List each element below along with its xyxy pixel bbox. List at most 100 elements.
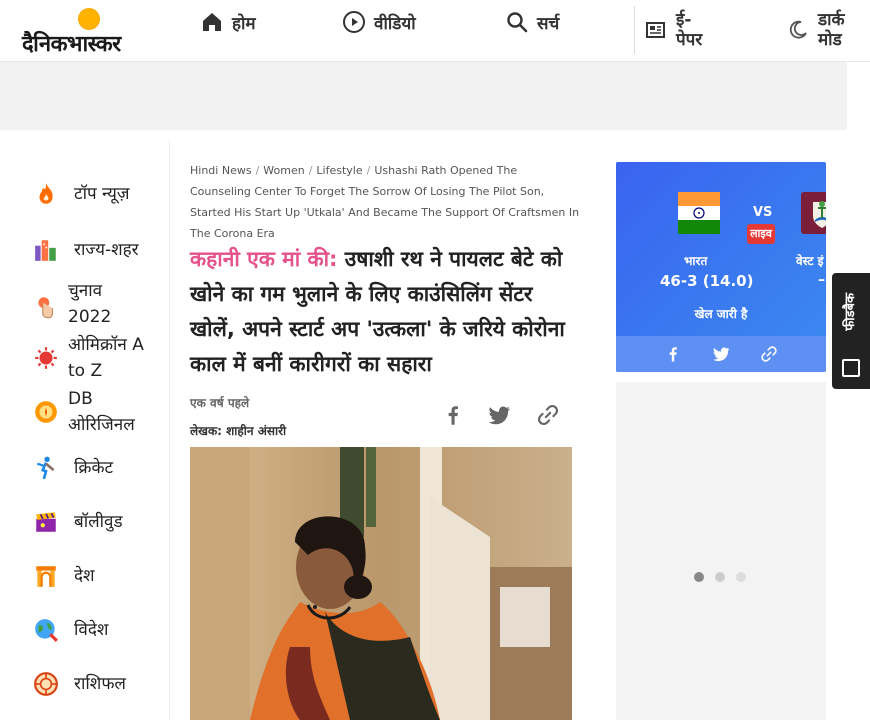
sidebar-item-country[interactable]: देश — [32, 562, 95, 590]
sidebar-item-label: बॉलीवुड — [74, 512, 123, 532]
sidebar-item-label: टॉप न्यूज़ — [74, 184, 130, 204]
sidebar-item-top-news[interactable]: टॉप न्यूज़ — [32, 180, 130, 208]
cricket-icon — [32, 454, 60, 482]
home-icon — [203, 13, 221, 31]
carousel-dot[interactable] — [694, 572, 704, 582]
feedback-icon — [842, 359, 860, 377]
author-byline: लेखक: शाहीन अंसारी — [190, 424, 287, 438]
sidebar-item-bollywood[interactable]: बॉलीवुड — [32, 508, 123, 536]
sidebar-item-abroad[interactable]: विदेश — [32, 616, 108, 644]
city-icon — [32, 236, 60, 264]
live-score-card[interactable]: VS लाइव भारत 46-3 (14.0) वेस्ट इं – खेल … — [616, 162, 826, 372]
newspaper-icon — [646, 22, 665, 38]
nav-dark-mode-label-line2: मोड — [818, 30, 842, 50]
sidebar-item-label-line1: ओमिक्रॉन A — [68, 335, 144, 355]
virus-icon — [32, 344, 60, 372]
twitter-share-button[interactable] — [486, 402, 512, 428]
sidebar-item-label-line2: 2022 — [68, 307, 112, 327]
nav-search-label: सर्च — [537, 13, 560, 34]
sidebar-item-label: देश — [74, 566, 95, 586]
india-gate-icon — [32, 562, 60, 590]
db-original-icon — [32, 398, 60, 426]
nav-dark-mode[interactable]: डार्क मोड — [786, 10, 845, 50]
sidebar-item-cricket[interactable]: क्रिकेट — [32, 454, 113, 482]
top-ad-banner — [0, 62, 847, 130]
sidebar-item-label: विदेश — [74, 620, 109, 640]
twitter-icon — [488, 406, 510, 425]
article-headline: कहानी एक मां की: उषाशी रथ ने पायलट बेटे … — [190, 242, 582, 382]
play-icon — [343, 11, 365, 33]
vs-label: VS — [753, 205, 773, 220]
logo-sun-icon — [78, 8, 100, 30]
breadcrumb-separator: / — [366, 164, 371, 177]
breadcrumb-separator: / — [255, 164, 260, 177]
sidebar-item-label: राज्य-शहर — [74, 240, 139, 260]
team1-name: भारत — [684, 254, 708, 268]
link-icon — [538, 405, 558, 425]
breadcrumb-link-hindi-news[interactable]: Hindi News — [190, 164, 252, 177]
nav-search[interactable]: सर्च — [505, 10, 559, 34]
copy-link-button[interactable] — [535, 402, 561, 428]
breadcrumb-link-lifestyle[interactable]: Lifestyle — [316, 164, 362, 177]
sidebar-item-state-city[interactable]: राज्य-शहर — [32, 236, 139, 264]
sidebar-item-label-line1: चुनाव — [68, 281, 103, 301]
carousel-dot[interactable] — [736, 572, 746, 582]
globe-icon — [32, 616, 60, 644]
sidebar-item-db-original[interactable]: DB ओरिजिनल — [32, 386, 135, 438]
nav-epaper-label-line1: ई- — [676, 10, 692, 30]
sidebar-item-election[interactable]: चुनाव 2022 — [32, 278, 111, 330]
category-sidebar: टॉप न्यूज़ राज्य-शहर चुनाव 2022 ओमिक्रॉन… — [0, 140, 170, 720]
spacer — [0, 130, 870, 140]
top-ad-margin — [847, 62, 870, 130]
sidebar-item-horoscope[interactable]: राशिफल — [32, 670, 126, 698]
sidebar-item-omicron[interactable]: ओमिक्रॉन A to Z — [32, 332, 144, 384]
carousel-dots — [694, 572, 746, 582]
top-navigation-bar: दैनिकभास्कर होम वीडियो सर्च ई- पेपर डार्… — [0, 0, 870, 62]
nav-video-label: वीडियो — [374, 13, 416, 34]
article-hero-image — [190, 447, 572, 720]
article-main: Hindi News / Women / Lifestyle / Ushashi Rath … — [170, 140, 592, 720]
team1-score: 46-3 (14.0) — [660, 272, 754, 290]
vote-icon — [32, 293, 60, 321]
twitter-icon[interactable] — [711, 344, 731, 364]
search-icon — [507, 12, 528, 33]
nav-home-label: होम — [232, 13, 256, 34]
sidebar-item-label-line1: DB — [68, 389, 93, 409]
nav-divider — [634, 6, 635, 54]
facebook-icon — [448, 406, 458, 425]
sidebar-item-label: क्रिकेट — [74, 458, 114, 478]
nav-video[interactable]: वीडियो — [342, 10, 416, 34]
match-status: खेल जारी है — [694, 307, 748, 321]
right-column: VS लाइव भारत 46-3 (14.0) वेस्ट इं – खेल … — [592, 140, 870, 720]
sidebar-item-label-line2: ओरिजिनल — [68, 415, 135, 435]
moon-icon — [789, 20, 807, 39]
sidebar-ad-slot — [616, 382, 826, 720]
nav-home[interactable]: होम — [200, 10, 256, 34]
nav-dark-mode-label-line1: डार्क — [818, 10, 845, 30]
carousel-dot[interactable] — [715, 572, 725, 582]
fire-icon — [32, 180, 60, 208]
sidebar-item-label: राशिफल — [74, 674, 126, 694]
clapperboard-icon — [32, 508, 60, 536]
publish-time: एक वर्ष पहले — [190, 396, 250, 410]
live-badge: लाइव — [747, 224, 775, 244]
nav-epaper[interactable]: ई- पेपर — [644, 10, 702, 50]
nav-epaper-label-line2: पेपर — [676, 30, 703, 50]
team2-score: – — [818, 272, 825, 288]
facebook-icon[interactable] — [663, 344, 683, 364]
india-flag-icon — [678, 192, 720, 234]
link-icon[interactable] — [759, 344, 779, 364]
site-logo[interactable]: दैनिकभास्कर — [20, 8, 160, 57]
headline-kicker: कहानी एक मां की: — [190, 247, 338, 271]
breadcrumb-link-women[interactable]: Women — [263, 164, 304, 177]
logo-text: दैनिकभास्कर — [22, 32, 121, 57]
feedback-label: फीडबैक — [843, 293, 858, 331]
feedback-tab[interactable]: फीडबैक — [832, 273, 870, 389]
score-share-bar — [616, 336, 826, 372]
facebook-share-button[interactable] — [440, 402, 466, 428]
team2-name: वेस्ट इं — [796, 254, 824, 268]
west-indies-flag-icon — [801, 192, 826, 234]
breadcrumb-separator: / — [308, 164, 313, 177]
breadcrumb: Hindi News / Women / Lifestyle / Ushashi Rath … — [190, 160, 580, 244]
sidebar-item-label-line2: to Z — [68, 361, 103, 381]
